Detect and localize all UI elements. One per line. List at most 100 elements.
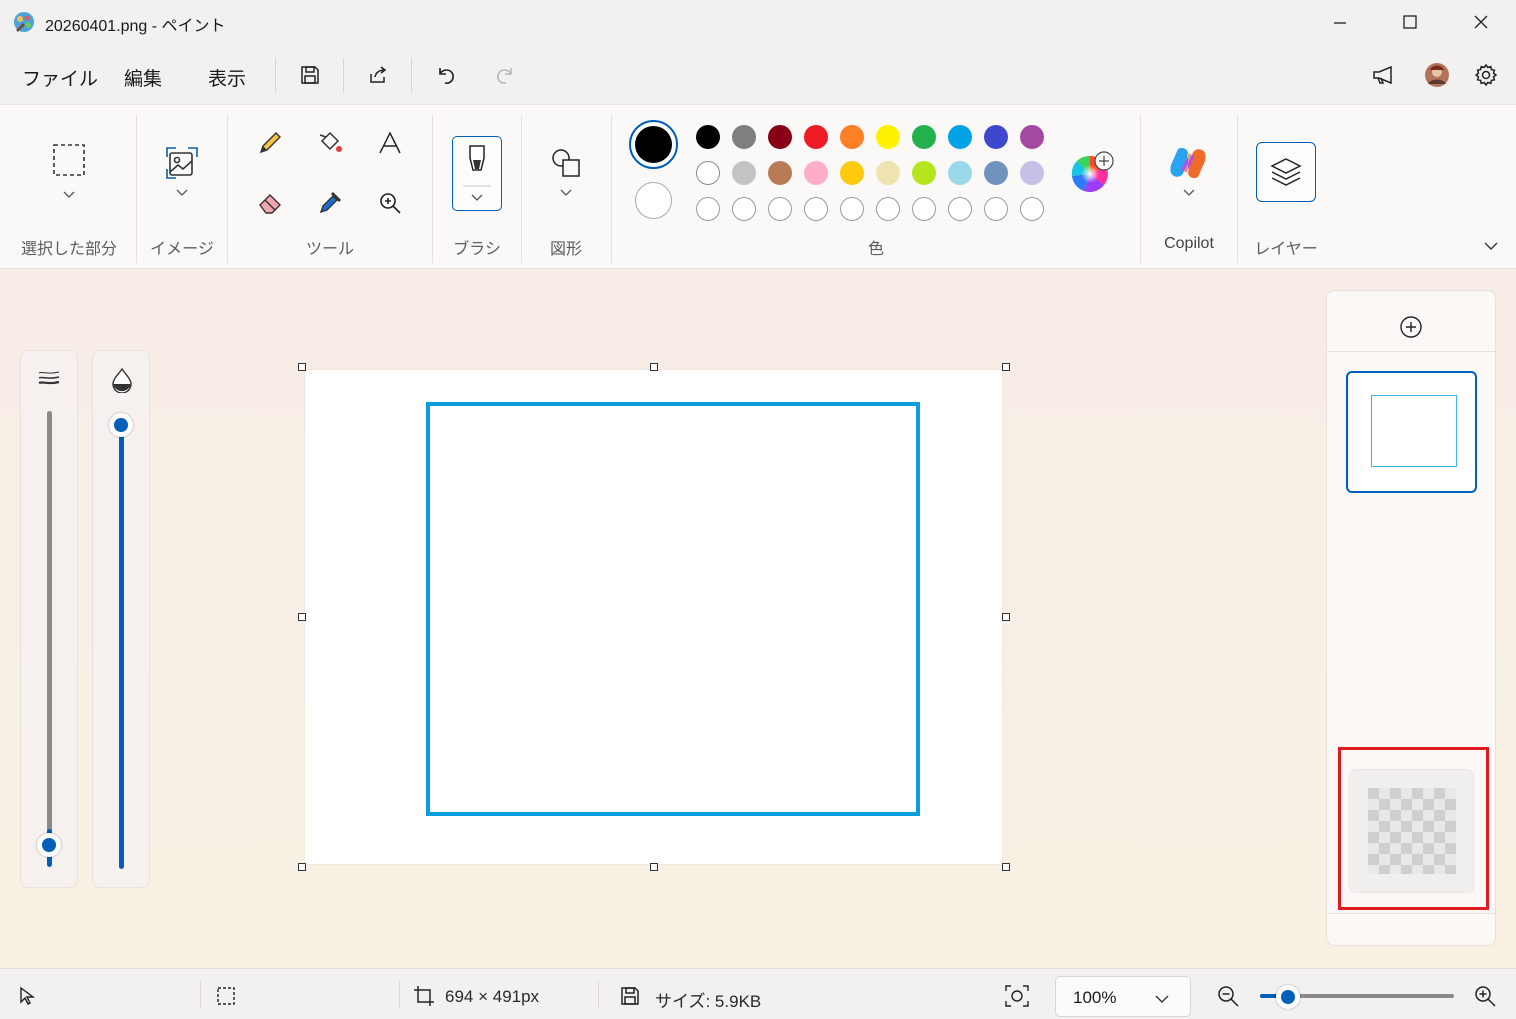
resize-handle-left[interactable]	[298, 613, 306, 621]
custom-color-slot[interactable]	[912, 197, 936, 221]
drawing-canvas[interactable]	[305, 370, 1002, 864]
color-swatch[interactable]	[696, 125, 720, 149]
custom-color-slot[interactable]	[804, 197, 828, 221]
megaphone-icon[interactable]	[1367, 58, 1401, 92]
stroke-width-icon	[37, 369, 61, 394]
color-swatch[interactable]	[984, 161, 1008, 185]
secondary-color-button[interactable]	[635, 182, 672, 219]
group-label-brush: ブラシ	[453, 241, 501, 258]
custom-color-slot[interactable]	[696, 197, 720, 221]
color-swatch[interactable]	[804, 125, 828, 149]
selection-dropdown-chevron-icon[interactable]	[58, 187, 80, 203]
color-swatch[interactable]	[948, 125, 972, 149]
image-icon[interactable]	[160, 143, 204, 183]
layers-divider	[1327, 351, 1495, 352]
color-swatch[interactable]	[912, 161, 936, 185]
color-swatch[interactable]	[696, 161, 720, 185]
resize-handle-right[interactable]	[1002, 613, 1010, 621]
pencil-icon[interactable]	[254, 127, 286, 159]
maximize-button[interactable]	[1375, 0, 1445, 44]
user-avatar[interactable]	[1420, 58, 1454, 92]
custom-color-slot[interactable]	[984, 197, 1008, 221]
magnifier-icon[interactable]	[374, 187, 406, 219]
group-label-tools: ツール	[305, 241, 354, 258]
menu-edit[interactable]: 編集	[124, 64, 162, 91]
menu-view[interactable]: 表示	[208, 64, 246, 91]
text-icon[interactable]	[374, 127, 406, 159]
resize-handle-bottom-left[interactable]	[298, 863, 306, 871]
minimize-button[interactable]	[1305, 0, 1375, 44]
add-layer-icon[interactable]	[1397, 313, 1425, 341]
opacity-slider-panel	[92, 350, 150, 888]
custom-color-slot[interactable]	[1020, 197, 1044, 221]
fill-bucket-icon[interactable]	[314, 127, 346, 159]
status-divider	[200, 981, 201, 1009]
color-swatch[interactable]	[804, 161, 828, 185]
layers-divider	[1327, 913, 1495, 914]
color-swatch[interactable]	[1020, 125, 1044, 149]
custom-color-slot[interactable]	[732, 197, 756, 221]
custom-color-slot[interactable]	[876, 197, 900, 221]
copilot-icon[interactable]	[1166, 143, 1210, 183]
selection-rectangle-icon[interactable]	[48, 139, 90, 181]
undo-icon[interactable]	[429, 58, 463, 92]
color-swatch[interactable]	[732, 161, 756, 185]
color-swatch[interactable]	[768, 125, 792, 149]
canvas-size-icon	[413, 985, 435, 1012]
zoom-value: 100%	[1073, 988, 1117, 1007]
zoom-select[interactable]: 100%	[1055, 976, 1191, 1017]
share-icon[interactable]	[361, 58, 395, 92]
color-swatch[interactable]	[948, 161, 972, 185]
brush-size-thumb[interactable]	[37, 833, 61, 857]
ribbon-divider	[1237, 115, 1238, 263]
redo-icon[interactable]	[488, 58, 522, 92]
shapes-dropdown-chevron-icon[interactable]	[555, 185, 577, 201]
zoom-slider-thumb[interactable]	[1276, 985, 1300, 1009]
color-swatch[interactable]	[840, 161, 864, 185]
image-dropdown-chevron-icon[interactable]	[171, 185, 193, 201]
color-swatch[interactable]	[912, 125, 936, 149]
layers-button[interactable]	[1256, 142, 1316, 202]
brush-button[interactable]	[452, 136, 502, 211]
opacity-drop-icon	[110, 367, 134, 398]
color-swatch[interactable]	[1020, 161, 1044, 185]
primary-color-button[interactable]	[629, 120, 678, 169]
resize-handle-bottom-right[interactable]	[1002, 863, 1010, 871]
color-swatch[interactable]	[984, 125, 1008, 149]
ribbon-divider	[227, 115, 228, 263]
background-layer-thumbnail[interactable]	[1350, 770, 1473, 892]
shapes-icon[interactable]	[546, 143, 586, 183]
brush-size-track[interactable]	[47, 411, 52, 843]
color-swatch[interactable]	[768, 161, 792, 185]
settings-gear-icon[interactable]	[1469, 58, 1503, 92]
ribbon-expand-chevron-icon[interactable]	[1480, 237, 1502, 255]
edit-colors-icon[interactable]	[1070, 150, 1114, 194]
copilot-dropdown-chevron-icon[interactable]	[1178, 185, 1200, 201]
fit-to-window-icon[interactable]	[1004, 984, 1030, 1013]
color-swatch[interactable]	[840, 125, 864, 149]
save-icon[interactable]	[293, 58, 327, 92]
canvas-dimensions: 694 × 491px	[445, 987, 540, 1006]
ribbon-divider	[1140, 115, 1141, 263]
resize-handle-bottom[interactable]	[650, 863, 658, 871]
selection-size-icon	[216, 986, 236, 1011]
resize-handle-top-right[interactable]	[1002, 363, 1010, 371]
zoom-in-icon[interactable]	[1473, 984, 1497, 1013]
color-picker-icon[interactable]	[314, 187, 346, 219]
layer-thumbnail-selected[interactable]	[1346, 371, 1477, 493]
primary-color-swatch	[635, 126, 672, 163]
custom-color-slot[interactable]	[768, 197, 792, 221]
custom-color-slot[interactable]	[840, 197, 864, 221]
zoom-out-icon[interactable]	[1216, 984, 1240, 1013]
color-swatch[interactable]	[732, 125, 756, 149]
close-window-button[interactable]	[1446, 0, 1516, 44]
custom-color-slot[interactable]	[948, 197, 972, 221]
eraser-icon[interactable]	[254, 187, 286, 219]
menu-file[interactable]: ファイル	[22, 64, 98, 91]
color-swatch[interactable]	[876, 125, 900, 149]
color-swatch[interactable]	[876, 161, 900, 185]
opacity-track[interactable]	[119, 431, 124, 869]
resize-handle-top[interactable]	[650, 363, 658, 371]
resize-handle-top-left[interactable]	[298, 363, 306, 371]
opacity-thumb[interactable]	[109, 413, 133, 437]
